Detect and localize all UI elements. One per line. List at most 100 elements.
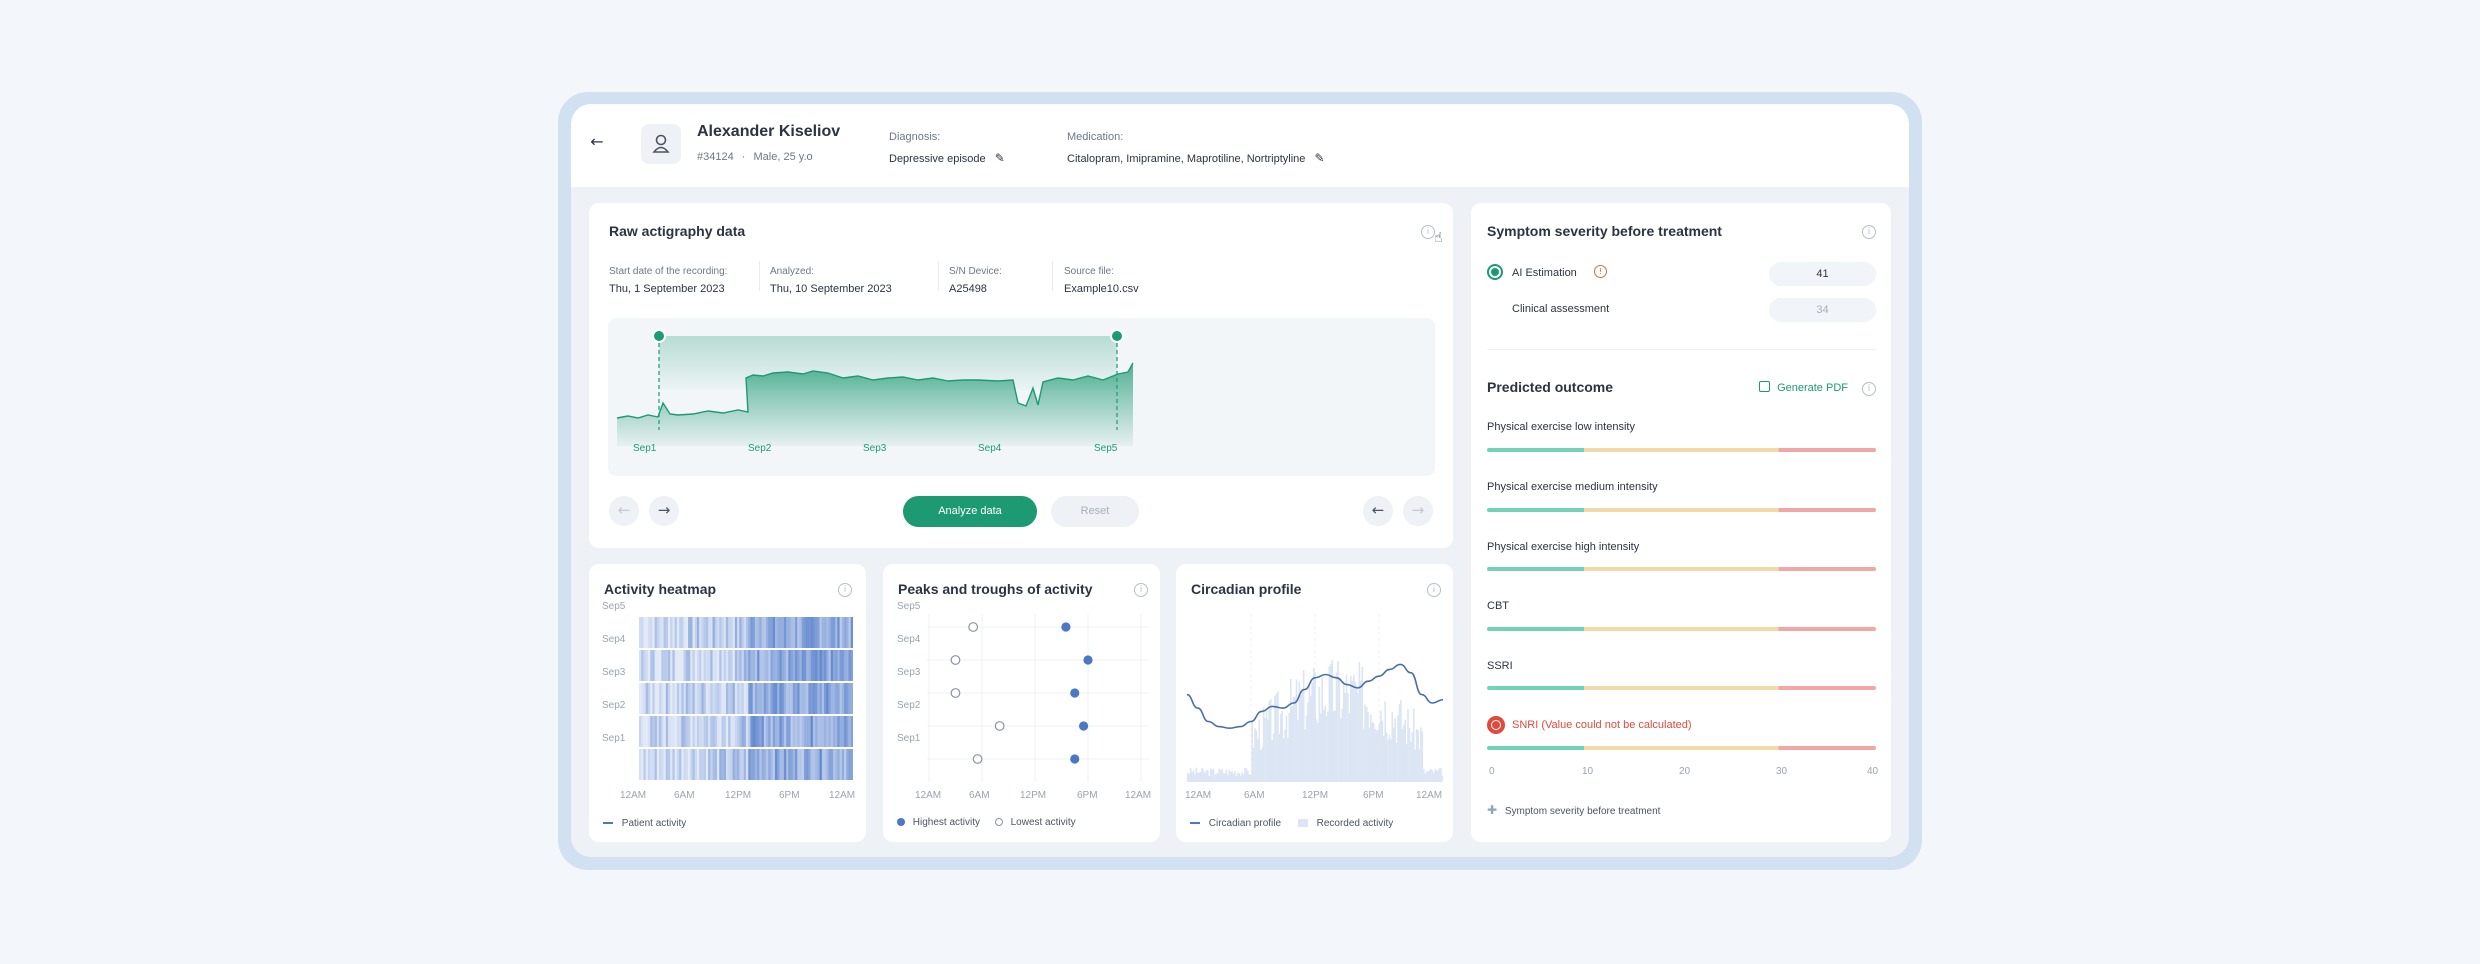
info-icon[interactable]: i (838, 583, 852, 597)
recorded-activity-bar (1327, 711, 1329, 782)
heatmap-cell (643, 683, 646, 714)
meta-device-value: A25498 (949, 283, 987, 295)
legend-profile-label: Circadian profile (1208, 818, 1282, 829)
next-left-button[interactable]: → (649, 496, 679, 526)
range-end-handle[interactable] (1110, 329, 1124, 343)
heatmap-cell (824, 683, 827, 714)
recorded-activity-bar (1351, 680, 1354, 782)
heatmap-cell (670, 749, 673, 780)
x-label-sep2: Sep2 (748, 443, 772, 454)
recorded-activity-bar (1245, 768, 1248, 782)
heatmap-cell (650, 650, 653, 681)
heatmap-cell (799, 749, 803, 780)
heatmap-cell (763, 617, 767, 648)
heatmap-cell (815, 749, 818, 780)
recorded-activity-bar (1378, 723, 1381, 782)
info-icon[interactable]: i (1862, 225, 1876, 239)
recorded-activity-bar (1362, 728, 1365, 782)
recorded-activity-bar (1269, 699, 1272, 782)
recorded-activity-bar (1215, 774, 1218, 782)
heatmap-cell (705, 749, 709, 780)
heatmap-cell (714, 617, 718, 648)
actigraphy-chart: Sep1 Sep2 Sep3 Sep4 Sep5 (608, 318, 1435, 476)
heatmap-cell (766, 716, 769, 747)
heatmap-cell (844, 617, 847, 648)
recorded-activity-bar (1325, 716, 1328, 782)
heatmap-cell (676, 716, 680, 747)
recorded-activity-bar (1381, 720, 1384, 782)
legend-recorded-label: Recorded activity (1316, 818, 1394, 829)
edit-medication-icon[interactable]: ✎ (1314, 151, 1324, 165)
heatmap-cell (685, 650, 689, 681)
recorded-activity-bar (1352, 674, 1355, 782)
range-start-handle[interactable] (652, 329, 666, 343)
heatmap-cell (768, 749, 771, 780)
heatmap-cell (826, 650, 829, 681)
lowest-activity-point (950, 688, 961, 698)
info-icon[interactable]: i (1862, 382, 1876, 396)
recorded-activity-bar (1274, 695, 1276, 782)
heatmap-cell (768, 716, 771, 747)
reset-button[interactable]: Reset (1051, 496, 1139, 527)
heatmap-cell (703, 617, 707, 648)
lowest-activity-point (972, 754, 983, 764)
heatmap-cell (819, 683, 823, 714)
x-label: 6AM (969, 790, 990, 801)
heatmap-cell (783, 617, 787, 648)
heatmap-cell (667, 716, 671, 747)
heatmap-cell (741, 617, 745, 648)
heatmap-cell (672, 749, 675, 780)
recorded-activity-bar (1311, 682, 1313, 782)
legend-label: Symptom severity before treatment (1504, 806, 1661, 817)
heatmap-cell (828, 683, 832, 714)
ai-estimation-label[interactable]: AI Estimation (1512, 267, 1577, 279)
prev-left-button[interactable]: ← (609, 496, 639, 526)
heatmap-cell (719, 749, 722, 780)
heatmap-cell (850, 749, 853, 780)
heatmap-cell (757, 650, 760, 681)
heatmap-cell (652, 749, 655, 780)
heatmap-cell (699, 749, 702, 780)
info-icon[interactable]: i (1134, 583, 1148, 597)
generate-pdf-button[interactable]: Generate PDF (1759, 381, 1848, 394)
recorded-activity-bar (1222, 773, 1225, 782)
recorded-activity-bar (1239, 775, 1242, 782)
heatmap-cell (670, 650, 673, 681)
heatmap-cell (650, 716, 653, 747)
heatmap-cell (739, 749, 742, 780)
heatmap-cell (757, 617, 760, 648)
recorded-activity-bar (1278, 733, 1281, 782)
clinical-assessment-label[interactable]: Clinical assessment (1512, 303, 1609, 315)
recorded-activity-bar (1431, 770, 1434, 782)
heatmap-cell (761, 617, 765, 648)
recorded-activity-bar (1345, 674, 1348, 782)
meta-divider (938, 261, 939, 291)
recorded-activity-bar (1251, 722, 1253, 782)
circadian-title: Circadian profile (1191, 581, 1302, 597)
heatmap-cell (826, 716, 829, 747)
row-label: Sep3 (602, 667, 626, 678)
x-label: 12PM (725, 790, 752, 801)
heatmap-cell (667, 617, 671, 648)
info-icon[interactable]: i (1427, 583, 1441, 597)
warning-icon[interactable]: ! (1594, 265, 1607, 278)
heatmap-cell (815, 683, 818, 714)
heatmap-cell (670, 617, 673, 648)
heatmap-cell (817, 716, 820, 747)
analyze-data-button[interactable]: Analyze data (903, 496, 1037, 527)
back-button[interactable]: ← (585, 130, 609, 154)
heatmap-cell (663, 683, 667, 714)
recorded-activity-bar (1435, 770, 1438, 782)
ai-estimation-radio[interactable] (1487, 264, 1503, 280)
clinical-assessment-radio[interactable] (1487, 300, 1503, 316)
severity-title: Symptom severity before treatment (1487, 223, 1722, 239)
edit-diagnosis-icon[interactable]: ✎ (995, 151, 1005, 165)
heatmap-cell (741, 683, 745, 714)
heatmap-cell (799, 650, 803, 681)
heatmap-cell (647, 617, 651, 648)
next-right-button[interactable]: → (1403, 496, 1433, 526)
info-icon[interactable]: i (1421, 225, 1435, 239)
heatmap-cell (824, 650, 827, 681)
prev-right-button[interactable]: ← (1363, 496, 1393, 526)
recorded-activity-bar (1377, 729, 1379, 782)
